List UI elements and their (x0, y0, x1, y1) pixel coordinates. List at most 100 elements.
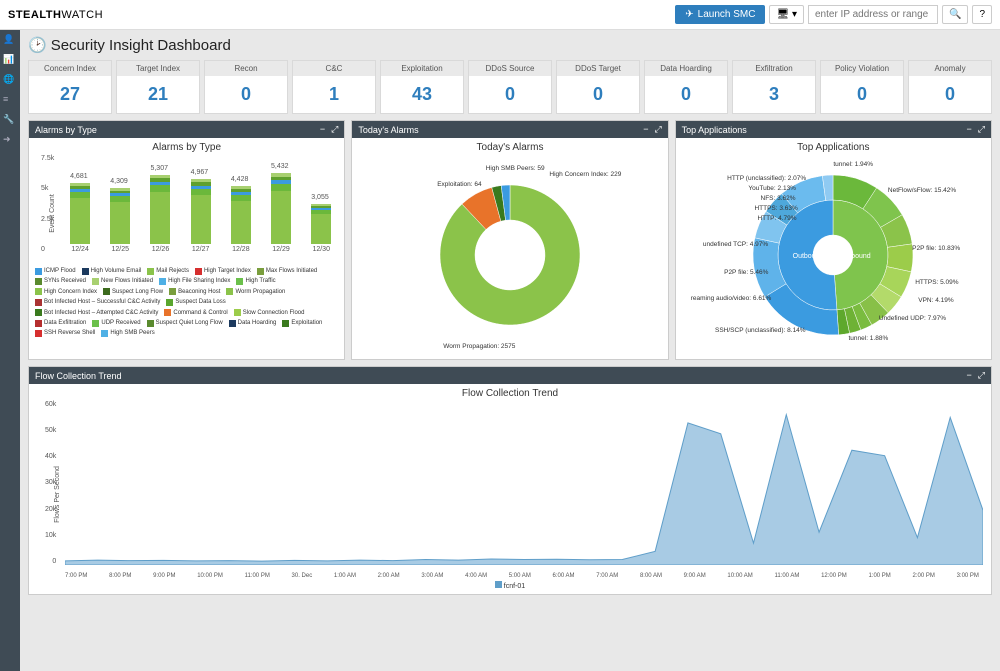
chart-title: Today's Alarms (358, 142, 661, 153)
stat-label: DDoS Target (557, 61, 639, 76)
stat-label: Exploitation (381, 61, 463, 76)
legend-item: ICMP Flood (35, 267, 76, 275)
stat-value: 21 (117, 76, 199, 113)
alarms-legend: ICMP Flood High Volume Email Mail Rejects H… (35, 267, 338, 338)
launch-smc-label: Launch SMC (698, 9, 756, 20)
legend-item: Suspect Data Loss (166, 298, 225, 306)
donut-label: tunnel: 1.88% (848, 335, 888, 342)
legend-item: High File Sharing Index (159, 277, 230, 285)
panel-todays-alarms: Today's Alarms − ⤢ Today's Alarms Worm P… (351, 120, 668, 360)
topbar: STEALTHWATCH ✈ Launch SMC 🖥 ▾ 🔍 ? (0, 0, 1000, 30)
network-icon[interactable]: 🌐 (3, 74, 17, 88)
legend-item: UDP Received (92, 319, 140, 327)
dashboard-title-icon: 🕑 (28, 36, 47, 54)
donut-label: YouTube: 2.13% (748, 185, 796, 192)
panel-title: Flow Collection Trend (35, 371, 122, 381)
donut-label: HTTP (unclassified): 2.07% (727, 175, 806, 182)
donut-label: Worm Propagation: 2575 (443, 343, 515, 350)
bar-column: 4,681 12/24 (63, 183, 97, 253)
expand-panel-icon[interactable]: ⤢ (978, 124, 985, 135)
legend-item: High SMB Peers (101, 329, 154, 337)
user-icon[interactable]: 👤 (3, 34, 17, 48)
chart-title: Top Applications (682, 142, 985, 153)
legend-item: Beaconing Host (169, 288, 220, 296)
stat-card[interactable]: Policy Violation0 (820, 60, 904, 114)
legend-item: Bot Infected Host – Attempted C&C Activi… (35, 309, 158, 317)
stat-label: Data Hoarding (645, 61, 727, 76)
bar-column: 5,307 12/26 (143, 175, 177, 253)
stat-label: C&C (293, 61, 375, 76)
chart-title: Alarms by Type (35, 142, 338, 153)
expand-panel-icon[interactable]: ⤢ (331, 124, 338, 135)
svg-text:Outbound: Outbound (793, 253, 824, 260)
dashboard-icon[interactable]: 📊 (3, 54, 17, 68)
donut-label: undefined TCP: 4.97% (703, 241, 768, 248)
stat-label: Policy Violation (821, 61, 903, 76)
legend-item: High Target Index (195, 267, 251, 275)
stat-value: 27 (29, 76, 111, 113)
stat-label: Concern Index (29, 61, 111, 76)
minimize-icon[interactable]: − (967, 124, 972, 135)
legend-item: High Concern Index (35, 288, 97, 296)
donut-label: High SMB Peers: 59 (486, 165, 545, 172)
sidenav: 👤 📊 🌐 ≡ 🔧 ➜ (0, 30, 20, 671)
stat-card[interactable]: Target Index21 (116, 60, 200, 114)
legend-item: High Traffic (236, 277, 275, 285)
legend-item: New Flows Initiated (92, 277, 153, 285)
legend-item: SSH Reverse Shell (35, 329, 95, 337)
stat-card[interactable]: Exploitation43 (380, 60, 464, 114)
ip-search-input[interactable] (808, 5, 938, 24)
panel-top-applications: Top Applications − ⤢ Top Applications Ou… (675, 120, 992, 360)
minimize-icon[interactable]: − (967, 370, 972, 381)
stats-row: Concern Index27Target Index21Recon0C&C1E… (28, 60, 992, 114)
stat-card[interactable]: C&C1 (292, 60, 376, 114)
stat-card[interactable]: Recon0 (204, 60, 288, 114)
minimize-icon[interactable]: − (643, 124, 648, 135)
minimize-icon[interactable]: − (320, 124, 325, 135)
logo: STEALTHWATCH (8, 9, 103, 21)
expand-panel-icon[interactable]: ⤢ (654, 124, 661, 135)
legend-item: SYNs Received (35, 277, 86, 285)
expand-panel-icon[interactable]: ⤢ (978, 370, 985, 381)
bar-column: 4,428 12/28 (224, 186, 258, 253)
monitor-dropdown[interactable]: 🖥 ▾ (769, 5, 804, 24)
caret-down-icon: ▾ (792, 9, 797, 20)
stat-value: 1 (293, 76, 375, 113)
legend-item: Mail Rejects (147, 267, 189, 275)
stat-value: 3 (733, 76, 815, 113)
expand-icon[interactable]: ➜ (3, 134, 17, 148)
donut-label: High Concern Index: 229 (549, 171, 621, 178)
panel-alarms-by-type: Alarms by Type − ⤢ Alarms by Type Event … (28, 120, 345, 360)
donut-label: NetFlow/sFlow: 15.42% (888, 187, 956, 194)
donut-label: VPN: 4.19% (918, 297, 953, 304)
stat-card[interactable]: Exfiltration3 (732, 60, 816, 114)
search-button[interactable]: 🔍 (942, 5, 968, 24)
list-icon[interactable]: ≡ (3, 94, 17, 108)
donut-label: Undefined UDP: 7.97% (879, 315, 946, 322)
stat-value: 0 (821, 76, 903, 113)
stat-value: 0 (469, 76, 551, 113)
stat-card[interactable]: DDoS Source0 (468, 60, 552, 114)
stat-card[interactable]: Anomaly0 (908, 60, 992, 114)
donut-label: SSH/SCP (unclassified): 8.14% (715, 327, 806, 334)
rocket-icon: ✈ (685, 9, 693, 20)
legend-item: Bot Infected Host – Successful C&C Activ… (35, 298, 160, 306)
panel-title: Top Applications (682, 125, 747, 135)
main-content: 🕑 Security Insight Dashboard Concern Ind… (20, 30, 1000, 671)
stat-value: 0 (645, 76, 727, 113)
legend-item: High Volume Email (82, 267, 142, 275)
legend-item: Command & Control (164, 309, 227, 317)
chart-title: Flow Collection Trend (37, 388, 983, 399)
stat-card[interactable]: DDoS Target0 (556, 60, 640, 114)
stat-card[interactable]: Concern Index27 (28, 60, 112, 114)
launch-smc-button[interactable]: ✈ Launch SMC (675, 5, 765, 24)
help-button[interactable]: ? (972, 5, 992, 24)
donut-label: HTTPS: 5.09% (915, 279, 958, 286)
donut-label: P2P file: 5.46% (724, 269, 768, 276)
page-title: 🕑 Security Insight Dashboard (28, 36, 992, 54)
search-icon: 🔍 (949, 9, 961, 20)
tool-icon[interactable]: 🔧 (3, 114, 17, 128)
stat-card[interactable]: Data Hoarding0 (644, 60, 728, 114)
panel-flow-trend: Flow Collection Trend − ⤢ Flow Collectio… (28, 366, 992, 595)
stat-label: Recon (205, 61, 287, 76)
